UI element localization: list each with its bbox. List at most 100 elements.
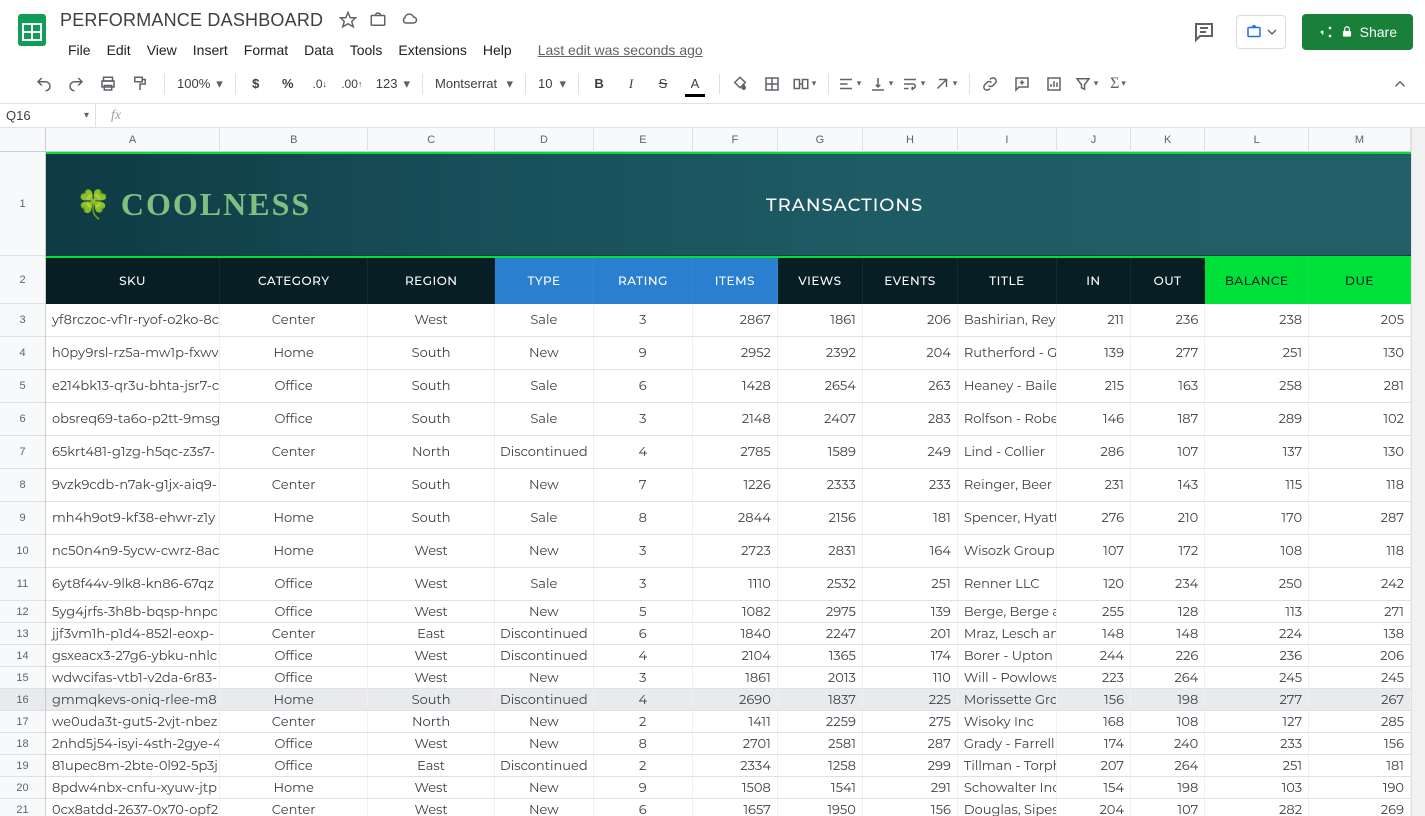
cell-in[interactable]: 231 xyxy=(1057,469,1131,501)
filter-button[interactable]: ▾ xyxy=(1072,70,1100,98)
cell-due[interactable]: 130 xyxy=(1309,337,1411,369)
cell-out[interactable]: 107 xyxy=(1131,436,1205,468)
cell-views[interactable]: 2013 xyxy=(778,667,863,688)
cell-items[interactable]: 1840 xyxy=(693,623,778,644)
cell-due[interactable]: 281 xyxy=(1309,370,1411,402)
column-header-C[interactable]: C xyxy=(368,128,495,152)
cell-events[interactable]: 233 xyxy=(863,469,958,501)
cell-rating[interactable]: 2 xyxy=(594,711,693,732)
cell-type[interactable]: New xyxy=(495,469,594,501)
cell-events[interactable]: 139 xyxy=(863,601,958,622)
cell-cat[interactable]: Home xyxy=(220,337,368,369)
cell-items[interactable]: 2104 xyxy=(693,645,778,666)
menu-format[interactable]: Format xyxy=(236,40,296,60)
cell-rating[interactable]: 4 xyxy=(594,436,693,468)
menu-extensions[interactable]: Extensions xyxy=(390,40,474,60)
cell-events[interactable]: 164 xyxy=(863,535,958,567)
cell-views[interactable]: 1258 xyxy=(778,755,863,776)
table-row[interactable]: 0cx8atdd-2637-0x70-opf2CenterWestNew6165… xyxy=(46,799,1411,816)
cell-items[interactable]: 2867 xyxy=(693,304,778,336)
strikethrough-button[interactable]: S xyxy=(649,70,677,98)
cell-rating[interactable]: 4 xyxy=(594,645,693,666)
table-row[interactable]: 5yg4jrfs-3h8b-bqsp-hnpcOfficeWestNew5108… xyxy=(46,601,1411,623)
cell-bal[interactable]: 170 xyxy=(1205,502,1309,534)
cell-due[interactable]: 242 xyxy=(1309,568,1411,600)
cell-in[interactable]: 174 xyxy=(1057,733,1131,754)
cell-title[interactable]: Reinger, Beer a xyxy=(958,469,1057,501)
insert-chart-button[interactable] xyxy=(1040,70,1068,98)
cell-rating[interactable]: 6 xyxy=(594,370,693,402)
table-row[interactable]: 65krt481-g1zg-h5qc-z3s7-CenterNorthDisco… xyxy=(46,436,1411,469)
cell-bal[interactable]: 289 xyxy=(1205,403,1309,435)
cell-title[interactable]: Borer - Upton xyxy=(958,645,1057,666)
cell-bal[interactable]: 245 xyxy=(1205,667,1309,688)
cell-out[interactable]: 198 xyxy=(1131,777,1205,798)
cell-rating[interactable]: 5 xyxy=(594,601,693,622)
cell-out[interactable]: 240 xyxy=(1131,733,1205,754)
header-due[interactable]: DUE xyxy=(1309,258,1411,304)
cell-sku[interactable]: h0py9rsl-rz5a-mw1p-fxwv xyxy=(46,337,220,369)
decrease-decimal-button[interactable]: .0↓ xyxy=(306,70,334,98)
row-header-9[interactable]: 9 xyxy=(0,502,45,535)
row-header-6[interactable]: 6 xyxy=(0,403,45,436)
cell-bal[interactable]: 250 xyxy=(1205,568,1309,600)
cell-cat[interactable]: Home xyxy=(220,535,368,567)
cell-type[interactable]: Sale xyxy=(495,568,594,600)
row-header-11[interactable]: 11 xyxy=(0,568,45,601)
column-header-G[interactable]: G xyxy=(778,128,863,152)
cell-type[interactable]: Sale xyxy=(495,403,594,435)
star-icon[interactable] xyxy=(339,11,357,29)
column-header-M[interactable]: M xyxy=(1309,128,1411,152)
cell-sku[interactable]: yf8rczoc-vf1r-ryof-o2ko-8c xyxy=(46,304,220,336)
cell-reg[interactable]: South xyxy=(368,502,495,534)
cell-events[interactable]: 251 xyxy=(863,568,958,600)
cell-cat[interactable]: Office xyxy=(220,370,368,402)
borders-button[interactable] xyxy=(758,70,786,98)
table-row[interactable]: h0py9rsl-rz5a-mw1p-fxwvHomeSouthNew92952… xyxy=(46,337,1411,370)
cell-in[interactable]: 156 xyxy=(1057,689,1131,710)
column-header-F[interactable]: F xyxy=(693,128,778,152)
cell-out[interactable]: 198 xyxy=(1131,689,1205,710)
cell-events[interactable]: 204 xyxy=(863,337,958,369)
cell-reg[interactable]: South xyxy=(368,337,495,369)
cell-bal[interactable]: 103 xyxy=(1205,777,1309,798)
cell-out[interactable]: 148 xyxy=(1131,623,1205,644)
row-header-5[interactable]: 5 xyxy=(0,370,45,403)
cell-title[interactable]: Wisozk Group xyxy=(958,535,1057,567)
cell-bal[interactable]: 224 xyxy=(1205,623,1309,644)
cell-type[interactable]: Discontinued xyxy=(495,755,594,776)
cell-rating[interactable]: 9 xyxy=(594,777,693,798)
cell-type[interactable]: Discontinued xyxy=(495,645,594,666)
cell-title[interactable]: Grady - Farrell xyxy=(958,733,1057,754)
row-header-21[interactable]: 21 xyxy=(0,799,45,816)
cloud-status-icon[interactable] xyxy=(399,11,419,29)
cell-bal[interactable]: 108 xyxy=(1205,535,1309,567)
cell-title[interactable]: Lind - Collier xyxy=(958,436,1057,468)
cell-sku[interactable]: 0cx8atdd-2637-0x70-opf2 xyxy=(46,799,220,816)
cell-cat[interactable]: Office xyxy=(220,645,368,666)
table-row[interactable]: wdwcifas-vtb1-v2da-6r83-OfficeWestNew318… xyxy=(46,667,1411,689)
row-header-15[interactable]: 15 xyxy=(0,667,45,689)
cell-cat[interactable]: Center xyxy=(220,436,368,468)
column-header-D[interactable]: D xyxy=(495,128,594,152)
cell-in[interactable]: 255 xyxy=(1057,601,1131,622)
cell-rating[interactable]: 8 xyxy=(594,733,693,754)
cell-title[interactable]: Bashirian, Reyn xyxy=(958,304,1057,336)
cell-sku[interactable]: 81upec8m-2bte-0l92-5p3j xyxy=(46,755,220,776)
cell-due[interactable]: 206 xyxy=(1309,645,1411,666)
cell-out[interactable]: 210 xyxy=(1131,502,1205,534)
table-row[interactable]: yf8rczoc-vf1r-ryof-o2ko-8cCenterWestSale… xyxy=(46,304,1411,337)
cell-out[interactable]: 128 xyxy=(1131,601,1205,622)
cell-views[interactable]: 2831 xyxy=(778,535,863,567)
cell-sku[interactable]: 6yt8f44v-9lk8-kn86-67qz xyxy=(46,568,220,600)
cell-views[interactable]: 1541 xyxy=(778,777,863,798)
increase-decimal-button[interactable]: .00↑ xyxy=(338,70,366,98)
row-header-1[interactable]: 1 xyxy=(0,152,45,256)
cell-events[interactable]: 181 xyxy=(863,502,958,534)
move-icon[interactable] xyxy=(369,11,387,29)
insert-comment-button[interactable] xyxy=(1008,70,1036,98)
cell-due[interactable]: 181 xyxy=(1309,755,1411,776)
cell-reg[interactable]: South xyxy=(368,403,495,435)
cell-events[interactable]: 291 xyxy=(863,777,958,798)
cell-views[interactable]: 1861 xyxy=(778,304,863,336)
